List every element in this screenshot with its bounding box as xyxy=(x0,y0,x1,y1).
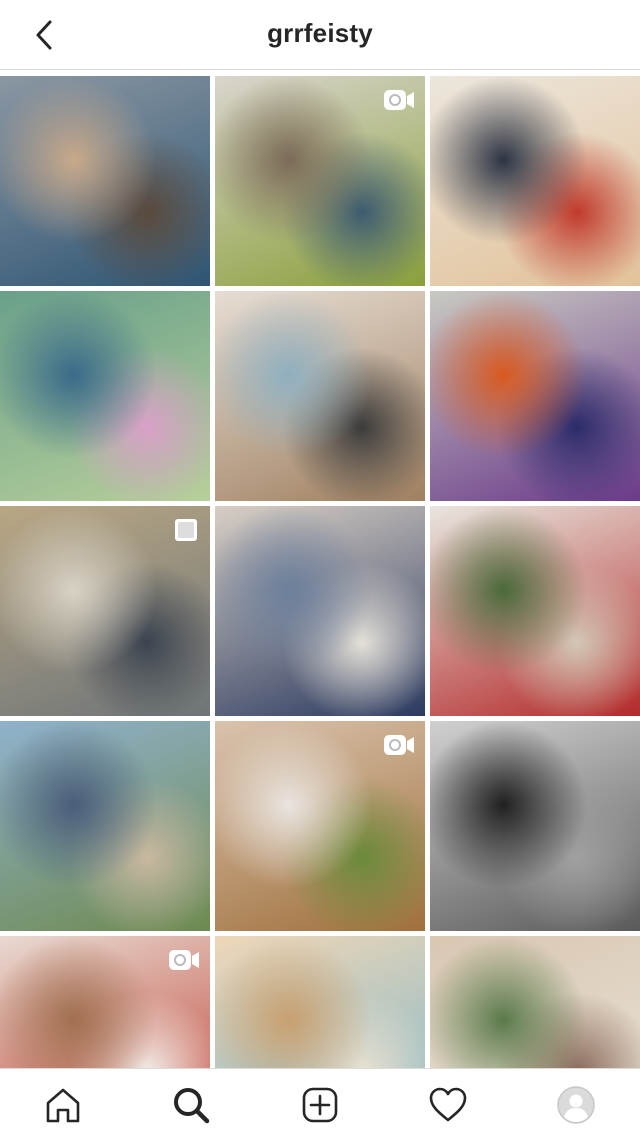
heart-icon xyxy=(429,1087,467,1122)
video-icon xyxy=(384,735,414,755)
profile-avatar-icon xyxy=(557,1086,595,1124)
post-thumbnail xyxy=(430,291,640,501)
top-header: grrfeisty xyxy=(0,0,640,70)
post-living-room[interactable] xyxy=(215,76,425,286)
post-family-fountain[interactable] xyxy=(0,721,210,931)
home-icon xyxy=(46,1088,80,1123)
post-girl-sweater[interactable] xyxy=(430,936,640,1068)
post-thumbnail xyxy=(430,76,640,286)
bottom-tab-bar xyxy=(0,1068,640,1138)
profile-username: grrfeisty xyxy=(267,18,373,48)
search-icon xyxy=(174,1088,210,1124)
add-post-icon xyxy=(302,1087,338,1123)
tab-activity[interactable] xyxy=(426,1083,470,1127)
post-thumbnail xyxy=(215,936,425,1068)
post-thumbnail xyxy=(215,291,425,501)
post-grid xyxy=(0,76,640,1068)
post-thumbnail xyxy=(0,291,210,501)
post-thumbnail xyxy=(430,506,640,716)
post-vaccine-cards[interactable] xyxy=(215,506,425,716)
post-laughing-toddlers[interactable] xyxy=(215,721,425,931)
post-snow-kids[interactable] xyxy=(430,291,640,501)
post-thumbnail xyxy=(215,506,425,716)
post-child-pool-goggles[interactable] xyxy=(0,291,210,501)
post-thumbnail xyxy=(430,721,640,931)
post-two-toddlers-plaid[interactable] xyxy=(0,76,210,286)
video-icon xyxy=(169,950,199,970)
post-girl-craft-table[interactable] xyxy=(430,76,640,286)
post-girl-red-backpack[interactable] xyxy=(430,506,640,716)
post-twins-heart-shirts[interactable] xyxy=(215,291,425,501)
post-thumbnail xyxy=(0,76,210,286)
tab-search[interactable] xyxy=(169,1083,213,1127)
post-hospital-bw[interactable] xyxy=(430,721,640,931)
post-thumbnail xyxy=(430,936,640,1068)
tab-profile[interactable] xyxy=(554,1083,598,1127)
video-icon xyxy=(384,90,414,110)
post-sleeping-child-hospital[interactable] xyxy=(215,936,425,1068)
multiple-photos-icon xyxy=(175,519,197,541)
tab-home[interactable] xyxy=(41,1083,85,1127)
tab-new-post[interactable] xyxy=(298,1083,342,1127)
post-toddler-feeding-tube[interactable] xyxy=(0,936,210,1068)
post-twins-striped-window[interactable] xyxy=(0,506,210,716)
post-thumbnail xyxy=(0,721,210,931)
